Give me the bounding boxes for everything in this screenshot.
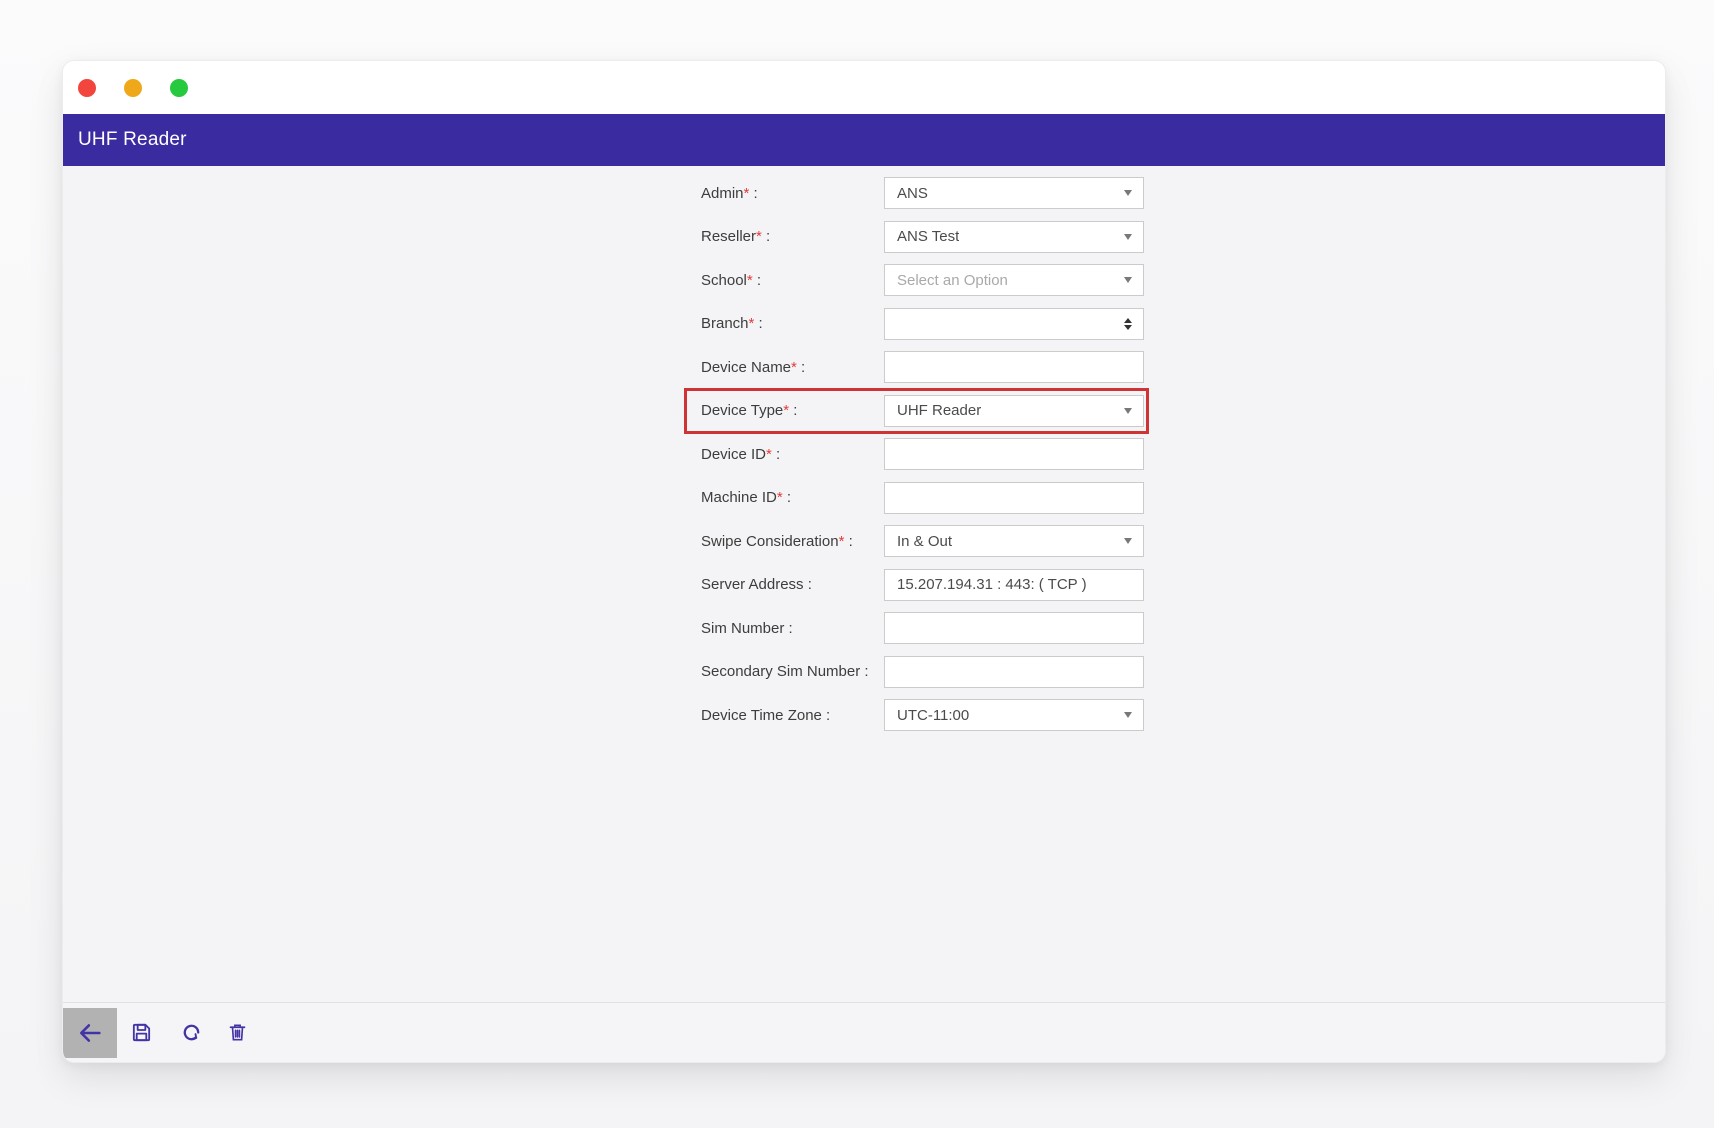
field-label: Swipe Consideration* : [701, 533, 884, 550]
field-label: Machine ID* : [701, 489, 884, 506]
field-label-text: School [701, 272, 747, 289]
device-id-input[interactable] [884, 438, 1144, 470]
label-colon: : [789, 402, 797, 419]
chevron-down-icon [1124, 277, 1132, 283]
branch-dropdown[interactable] [884, 308, 1144, 340]
form-row: Machine ID* : [701, 482, 1144, 514]
page-header: UHF Reader [63, 114, 1665, 166]
admin-dropdown[interactable]: ANS [884, 177, 1144, 209]
swipe-consideration-dropdown[interactable]: In & Out [884, 525, 1144, 557]
chevron-down-icon [1124, 712, 1132, 718]
sim-number-input[interactable] [884, 612, 1144, 644]
form-row: Swipe Consideration* : In & Out [701, 525, 1144, 557]
traffic-light-zoom[interactable] [170, 79, 188, 97]
label-colon: : [754, 315, 762, 332]
selected-value: ANS Test [897, 228, 959, 245]
label-colon: : [860, 663, 868, 680]
field-label-text: Admin [701, 185, 744, 202]
content-area: Admin* : ANS Reseller* : ANS Test School… [63, 166, 1665, 1002]
traffic-light-close[interactable] [78, 79, 96, 97]
selected-value: In & Out [897, 533, 952, 550]
field-label-text: Device ID [701, 446, 766, 463]
selected-value: Select an Option [897, 272, 1008, 289]
label-colon: : [762, 228, 770, 245]
label-colon: : [844, 533, 852, 550]
field-label: Sim Number* : [701, 620, 884, 637]
device-type-dropdown[interactable]: UHF Reader [884, 395, 1144, 427]
field-label-text: Swipe Consideration [701, 533, 839, 550]
field-label: Device Type* : [701, 402, 884, 419]
label-colon: : [822, 707, 830, 724]
arrow-left-icon [76, 1019, 104, 1047]
refresh-button[interactable] [176, 1018, 206, 1048]
back-button[interactable] [63, 1008, 117, 1058]
device-name-input[interactable] [884, 351, 1144, 383]
label-colon: : [772, 446, 780, 463]
field-label: Admin* : [701, 185, 884, 202]
device-form: Admin* : ANS Reseller* : ANS Test School… [701, 177, 1144, 743]
chevron-down-icon [1124, 408, 1132, 414]
save-button[interactable] [126, 1018, 156, 1048]
form-row: Device Time Zone* : UTC-11:00 [701, 699, 1144, 731]
updown-stepper-icon [1124, 318, 1132, 330]
page-title: UHF Reader [78, 129, 187, 151]
form-row: Device ID* : [701, 438, 1144, 470]
field-label: Secondary Sim Number* : [701, 663, 884, 680]
form-row: Admin* : ANS [701, 177, 1144, 209]
form-row: School* : Select an Option [701, 264, 1144, 296]
form-row: Branch* : [701, 308, 1144, 340]
chevron-down-icon [1124, 234, 1132, 240]
chevron-down-icon [1124, 190, 1132, 196]
server-address-input[interactable] [884, 569, 1144, 601]
app-window: UHF Reader Admin* : ANS Reseller* : ANS … [62, 60, 1666, 1063]
reseller-dropdown[interactable]: ANS Test [884, 221, 1144, 253]
label-colon: : [784, 620, 792, 637]
form-row: Reseller* : ANS Test [701, 221, 1144, 253]
label-colon: : [749, 185, 757, 202]
label-colon: : [783, 489, 791, 506]
label-colon: : [797, 359, 805, 376]
secondary-sim-number-input[interactable] [884, 656, 1144, 688]
label-colon: : [753, 272, 761, 289]
traffic-light-minimize[interactable] [124, 79, 142, 97]
field-label-text: Branch [701, 315, 749, 332]
field-label-text: Reseller [701, 228, 756, 245]
delete-button[interactable] [222, 1018, 252, 1048]
field-label-text: Server Address [701, 576, 804, 593]
field-label-text: Device Type [701, 402, 783, 419]
field-label: Server Address* : [701, 576, 884, 593]
selected-value: ANS [897, 185, 928, 202]
bottom-toolbar [63, 1002, 1665, 1062]
form-row: Device Type* : UHF Reader [701, 395, 1144, 427]
chevron-down-icon [1124, 538, 1132, 544]
field-label: School* : [701, 272, 884, 289]
field-label: Device Name* : [701, 359, 884, 376]
trash-icon [227, 1022, 248, 1043]
label-colon: : [804, 576, 812, 593]
field-label: Reseller* : [701, 228, 884, 245]
field-label-text: Sim Number [701, 620, 784, 637]
machine-id-input[interactable] [884, 482, 1144, 514]
selected-value: UHF Reader [897, 402, 981, 419]
field-label-text: Secondary Sim Number [701, 663, 860, 680]
field-label: Branch* : [701, 315, 884, 332]
school-dropdown[interactable]: Select an Option [884, 264, 1144, 296]
field-label: Device ID* : [701, 446, 884, 463]
field-label-text: Machine ID [701, 489, 777, 506]
field-label: Device Time Zone* : [701, 707, 884, 724]
form-row: Secondary Sim Number* : [701, 656, 1144, 688]
window-titlebar [63, 61, 1665, 114]
selected-value: UTC-11:00 [897, 707, 969, 724]
form-row: Server Address* : [701, 569, 1144, 601]
form-row: Device Name* : [701, 351, 1144, 383]
field-label-text: Device Name [701, 359, 791, 376]
form-row: Sim Number* : [701, 612, 1144, 644]
device-time-zone-dropdown[interactable]: UTC-11:00 [884, 699, 1144, 731]
save-icon [130, 1021, 153, 1044]
field-label-text: Device Time Zone [701, 707, 822, 724]
refresh-icon [180, 1021, 203, 1044]
